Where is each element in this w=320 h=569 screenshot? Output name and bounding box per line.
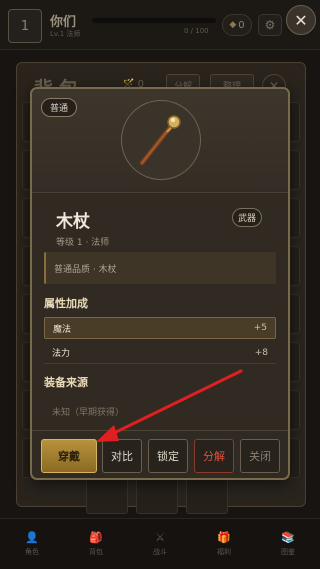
item-meta: 等级 1 · 法师 — [56, 238, 110, 248]
source-text: 未知（早期获得） — [52, 408, 125, 418]
divider — [32, 430, 288, 431]
nav-label: 战斗 — [153, 548, 167, 556]
gear-icon: ⚙ — [264, 18, 276, 32]
character-icon: 👤 — [25, 531, 39, 544]
item-name: 木杖 — [56, 212, 90, 232]
gem-icon: ◆ — [229, 20, 237, 30]
exp-bar — [92, 18, 216, 23]
battle-icon: ⚔ — [155, 531, 165, 544]
attr-row: 法力 +8 — [44, 342, 276, 364]
item-type-badge: 武器 — [232, 208, 263, 227]
attr-name: 魔法 — [53, 324, 72, 335]
attr-row: 魔法 +5 — [44, 317, 276, 339]
bottom-nav: 👤 角色 🎒 背包 ⚔ 战斗 🎁 福利 📚 图鉴 — [0, 518, 320, 569]
nav-label: 图鉴 — [281, 548, 295, 556]
close-icon: ✕ — [294, 10, 308, 30]
nav-item-battle[interactable]: ⚔ 战斗 — [128, 519, 192, 569]
attr-section-title: 属性加成 — [44, 297, 88, 310]
settings-button[interactable]: ⚙ — [258, 14, 282, 36]
item-hero: 普通 — [32, 89, 288, 193]
top-status-bar: 1 你们 Lv.1 法师 0 / 100 ◆ 0 ⚙ — [0, 0, 320, 50]
nav-label: 福利 — [217, 548, 231, 556]
quality-badge: 普通 — [41, 98, 78, 117]
player-class: Lv.1 法师 — [50, 30, 81, 38]
source-section-title: 装备来源 — [44, 376, 88, 389]
attr-name: 法力 — [52, 349, 71, 359]
gem-count: 0 — [238, 19, 245, 31]
bag-slot[interactable] — [136, 474, 178, 514]
overlay-close-button[interactable]: ✕ — [286, 5, 316, 35]
exp-text: 0 / 100 — [184, 27, 209, 35]
nav-item-bag[interactable]: 🎒 背包 — [64, 519, 128, 569]
attr-value: +5 — [253, 323, 267, 333]
bag-icon: 🎒 — [89, 531, 103, 544]
equip-button[interactable]: 穿戴 — [41, 439, 97, 473]
nav-label: 背包 — [89, 548, 103, 556]
item-icon-frame — [121, 100, 201, 180]
staff-icon — [139, 115, 181, 166]
nav-label: 角色 — [25, 548, 39, 556]
book-icon: 📚 — [281, 531, 295, 544]
bag-slot[interactable] — [186, 474, 228, 514]
compare-button[interactable]: 对比 — [102, 439, 142, 473]
nav-item-gift[interactable]: 🎁 福利 — [192, 519, 256, 569]
lock-button[interactable]: 锁定 — [148, 439, 188, 473]
gift-icon: 🎁 — [217, 531, 231, 544]
level-box: 1 — [8, 9, 42, 43]
bag-slot[interactable] — [86, 474, 128, 514]
game-screen: 1 你们 Lv.1 法师 0 / 100 ◆ 0 ⚙ ✕ 背包 🪄 0 分解 整… — [0, 0, 320, 569]
player-name: 你们 — [50, 15, 77, 30]
decompose-button[interactable]: 分解 — [194, 439, 234, 473]
attr-value: +8 — [254, 347, 268, 358]
nav-item-book[interactable]: 📚 图鉴 — [256, 519, 320, 569]
item-detail-dialog: 普通 木杖 武器 等级 1 · 法师 普通品质 · 木杖 属性加成 魔法 +5 … — [30, 87, 290, 480]
nav-item-character[interactable]: 👤 角色 — [0, 519, 64, 569]
close-button[interactable]: 关闭 — [240, 439, 280, 473]
item-description: 普通品质 · 木杖 — [44, 252, 276, 284]
gem-counter[interactable]: ◆ 0 — [222, 14, 252, 36]
